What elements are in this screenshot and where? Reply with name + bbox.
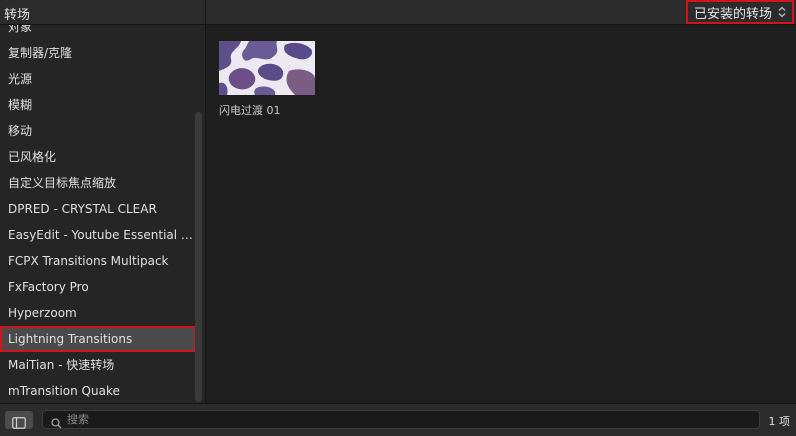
category-sidebar[interactable]: 对象 复制器/克隆 光源 模糊 移动 已风格化 自定义目标焦点缩放 DPRED … [0,25,206,403]
installed-transitions-dropdown[interactable]: 已安装的转场 [686,0,794,24]
category-list: 对象 复制器/克隆 光源 模糊 移动 已风格化 自定义目标焦点缩放 DPRED … [0,25,196,403]
sidebar-item-custom-focus-zoom[interactable]: 自定义目标焦点缩放 [0,170,196,196]
sidebar-toggle-button[interactable] [5,411,33,429]
sidebar-item-maitian[interactable]: MaiTian - 快速转场 [0,352,196,378]
search-input[interactable] [67,411,747,428]
sidebar-item-movements[interactable]: 移动 [0,118,196,144]
sidebar-icon [12,414,26,433]
sidebar-item-blurs[interactable]: 模糊 [0,92,196,118]
top-bar: 转场 已安装的转场 [0,0,796,25]
sidebar-item-easyedit[interactable]: EasyEdit - Youtube Essential Li... [0,222,196,248]
sidebar-item-replicator-clones[interactable]: 复制器/克隆 [0,40,196,66]
thumbnail-preview-image [219,41,315,95]
sidebar-scrollbar[interactable] [195,112,202,402]
sidebar-item-fxfactory-pro[interactable]: FxFactory Pro [0,274,196,300]
sidebar-item-objects[interactable]: 对象 [0,25,196,40]
sidebar-item-lights[interactable]: 光源 [0,66,196,92]
sidebar-item-mtransition-quake[interactable]: mTransition Quake [0,378,196,403]
filter-label: 已安装的转场 [693,6,772,22]
browser-title: 转场 [4,8,31,23]
sidebar-item-lightning-transitions[interactable]: Lightning Transitions [0,326,196,352]
chevron-up-down-icon [778,6,786,18]
sidebar-item-stylized[interactable]: 已风格化 [0,144,196,170]
transition-label: 闪电过渡 01 [219,104,281,117]
sidebar-item-fcpx-multipack[interactable]: FCPX Transitions Multipack [0,248,196,274]
sidebar-item-hyperzoom[interactable]: Hyperzoom [0,300,196,326]
search-field[interactable] [42,410,760,429]
sidebar-item-dpred[interactable]: DPRED - CRYSTAL CLEAR [0,196,196,222]
transition-browser: 闪电过渡 01 [206,25,796,403]
bottom-bar: 1 项 [0,403,796,436]
transition-thumbnail[interactable] [219,41,315,95]
header-divider [205,0,206,24]
magnifier-icon [51,414,62,433]
item-count: 1 项 [768,415,791,428]
